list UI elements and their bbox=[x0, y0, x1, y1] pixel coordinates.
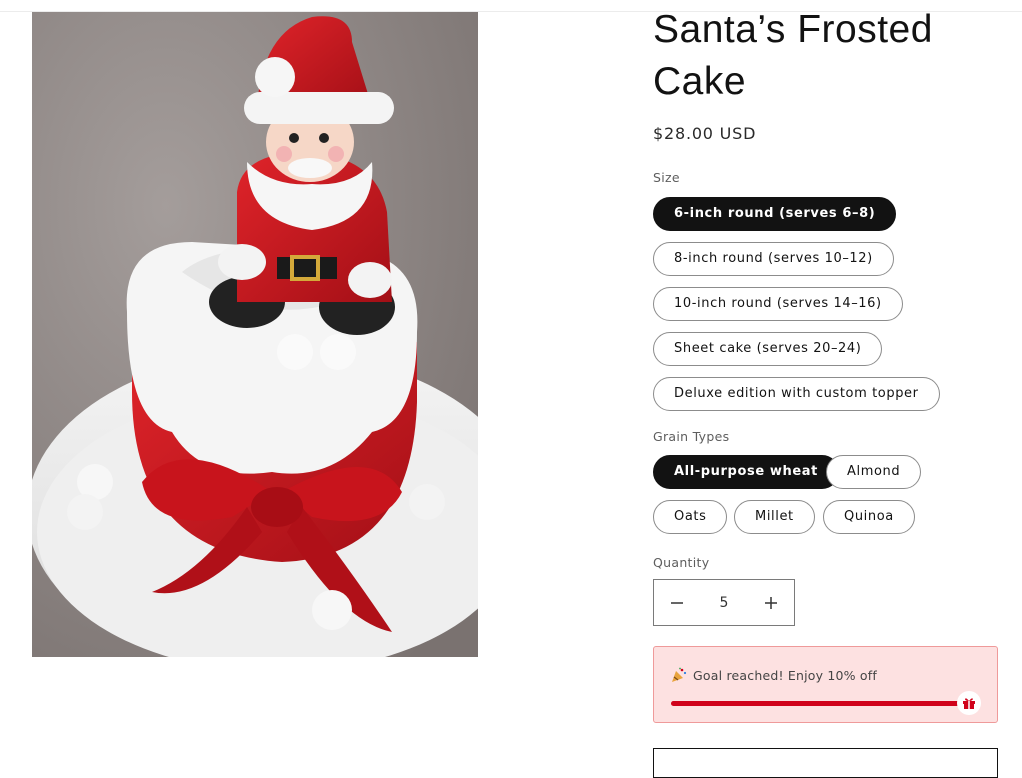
size-option-sheet-cake[interactable]: Sheet cake (serves 20–24) bbox=[653, 332, 883, 366]
goal-progress-fill bbox=[671, 701, 971, 706]
grain-option-all-purpose-wheat[interactable]: All-purpose wheat bbox=[653, 455, 839, 489]
size-option-deluxe[interactable]: Deluxe edition with custom topper bbox=[653, 377, 940, 411]
grain-option-millet[interactable]: Millet bbox=[734, 500, 815, 534]
size-option-6-inch[interactable]: 6-inch round (serves 6–8) bbox=[653, 197, 897, 231]
grain-option-quinoa[interactable]: Quinoa bbox=[823, 500, 915, 534]
size-label: Size bbox=[653, 170, 680, 185]
gift-icon bbox=[957, 691, 981, 715]
product-price: $28.00 USD bbox=[653, 124, 757, 143]
quantity-stepper: 5 bbox=[653, 579, 795, 626]
add-to-cart-button[interactable] bbox=[653, 748, 998, 778]
goal-message: Goal reached! Enjoy 10% off bbox=[671, 667, 877, 683]
goal-text: Goal reached! Enjoy 10% off bbox=[693, 667, 877, 683]
plus-icon bbox=[765, 596, 777, 609]
product-image[interactable] bbox=[32, 12, 478, 657]
quantity-increase-button[interactable] bbox=[748, 580, 794, 625]
cake-illustration bbox=[32, 12, 478, 657]
product-title: Santa’s Frosted Cake bbox=[653, 8, 933, 103]
size-option-10-inch[interactable]: 10-inch round (serves 14–16) bbox=[653, 287, 903, 321]
quantity-decrease-button[interactable] bbox=[654, 580, 700, 625]
party-popper-icon bbox=[672, 667, 687, 682]
grain-option-almond[interactable]: Almond bbox=[826, 455, 922, 489]
minus-icon bbox=[671, 601, 683, 604]
quantity-label: Quantity bbox=[653, 555, 710, 570]
grain-label: Grain Types bbox=[653, 429, 730, 444]
size-option-8-inch[interactable]: 8-inch round (serves 10–12) bbox=[653, 242, 894, 276]
discount-goal-bar: Goal reached! Enjoy 10% off bbox=[653, 646, 998, 723]
grain-option-oats[interactable]: Oats bbox=[653, 500, 728, 534]
goal-progress-track bbox=[671, 701, 971, 706]
quantity-input[interactable]: 5 bbox=[700, 595, 748, 611]
